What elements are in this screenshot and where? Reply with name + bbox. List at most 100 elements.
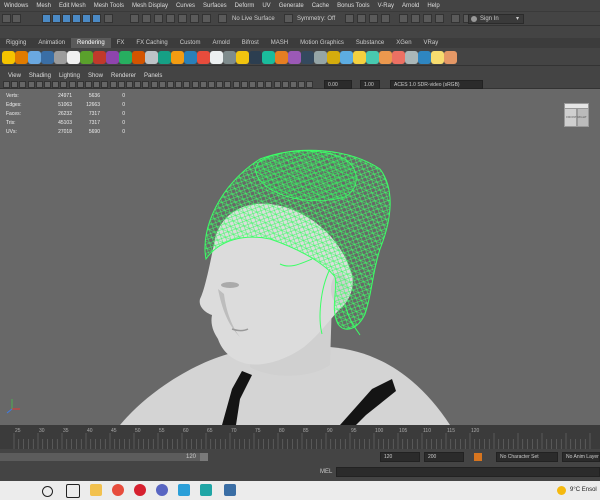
viewport-menu-item[interactable]: View <box>4 73 25 79</box>
maya-icon[interactable] <box>200 484 212 496</box>
shelf-tool-icon[interactable] <box>210 51 223 64</box>
menu-item[interactable]: Edit Mesh <box>55 3 90 9</box>
menu-item[interactable]: Bonus Tools <box>333 3 374 9</box>
menu-item[interactable]: Arnold <box>398 3 423 9</box>
shelf-tool-icon[interactable] <box>54 51 67 64</box>
shelf-tool-icon[interactable] <box>314 51 327 64</box>
photos-icon[interactable] <box>178 484 190 496</box>
viewport-tool-icon[interactable] <box>265 81 273 88</box>
chrome-icon[interactable] <box>112 484 124 496</box>
menu-item[interactable]: Help <box>423 3 443 9</box>
shelf-tool-icon[interactable] <box>327 51 340 64</box>
task-view-icon[interactable] <box>66 484 80 498</box>
shelf-tool-icon[interactable] <box>93 51 106 64</box>
shelf-tool-icon[interactable] <box>301 51 314 64</box>
viewport-tool-icon[interactable] <box>76 81 84 88</box>
viewport-tool-icon[interactable] <box>199 81 207 88</box>
shelf-tool-icon[interactable] <box>145 51 158 64</box>
snap-surface-icon[interactable] <box>82 14 91 23</box>
anim-layer-dropdown[interactable]: No Anim Layer <box>562 452 600 462</box>
shelf-tool-icon[interactable] <box>275 51 288 64</box>
viewport-tool-icon[interactable] <box>27 81 35 88</box>
snap-point-icon[interactable] <box>62 14 71 23</box>
shelf-tool-icon[interactable] <box>15 51 28 64</box>
viewport-tool-icon[interactable] <box>134 81 142 88</box>
menu-item[interactable]: Mesh Display <box>128 3 172 9</box>
range-handle[interactable] <box>200 453 208 461</box>
viewport-tool-icon[interactable] <box>101 81 109 88</box>
viewport-menu-item[interactable]: Panels <box>140 73 166 79</box>
character-set-dropdown[interactable]: No Character Set <box>496 452 558 462</box>
viewport-tool-icon[interactable] <box>158 81 166 88</box>
sign-in-button[interactable]: Sign In ▾ <box>468 14 524 24</box>
shelf-tab[interactable]: Rigging <box>0 38 32 48</box>
menu-item[interactable]: UV <box>258 3 274 9</box>
shelf-tool-icon[interactable] <box>184 51 197 64</box>
shelf-tab[interactable]: FX <box>111 38 131 48</box>
shelf-tab[interactable]: Motion Graphics <box>294 38 350 48</box>
snap-grid-icon[interactable] <box>42 14 51 23</box>
history-icon[interactable] <box>104 14 113 23</box>
shelf-tool-icon[interactable] <box>28 51 41 64</box>
viewport-tool-icon[interactable] <box>150 81 158 88</box>
time-slider[interactable]: 25 30 35 40 45 50 55 60 65 70 75 80 85 90 95 100 105 110 1… <box>0 425 600 449</box>
hypershade-icon[interactable] <box>178 14 187 23</box>
viewport-tool-icon[interactable] <box>281 81 289 88</box>
viewport-tool-icon[interactable] <box>232 81 240 88</box>
viewport-tool-icon[interactable] <box>290 81 297 88</box>
chat-app-icon[interactable] <box>156 484 168 496</box>
workspace-icon[interactable] <box>411 14 420 23</box>
menu-item[interactable]: Surfaces <box>199 3 231 9</box>
viewport-tool-icon[interactable] <box>109 81 117 88</box>
layout-icon[interactable] <box>423 14 432 23</box>
viewport[interactable]: Verts: 24971 5636 0 Edges: 51063 12663 0 Faces: 2… <box>0 89 600 425</box>
live-surface-label[interactable]: No Live Surface <box>232 16 275 22</box>
viewport-tool-icon[interactable] <box>249 81 256 88</box>
range-bar[interactable]: 120 <box>0 453 200 461</box>
viewport-tool-icon[interactable] <box>216 81 224 88</box>
shelf-tab[interactable]: XGen <box>390 38 417 48</box>
viewport-tool-icon[interactable] <box>208 81 215 88</box>
snap-view-icon[interactable] <box>92 14 101 23</box>
viewport-menu-item[interactable]: Lighting <box>55 73 84 79</box>
shelf-tab[interactable]: MASH <box>265 38 294 48</box>
viewport-tool-icon[interactable] <box>19 81 27 88</box>
shelf-tool-icon[interactable] <box>223 51 236 64</box>
shelf-tool-icon[interactable] <box>67 51 80 64</box>
viewport-tool-icon[interactable] <box>52 81 60 88</box>
shelf-tool-icon[interactable] <box>379 51 392 64</box>
magnet-icon[interactable] <box>218 14 227 23</box>
viewport-tool-icon[interactable] <box>175 81 183 88</box>
shelf-tool-icon[interactable] <box>119 51 132 64</box>
ipr-icon[interactable] <box>154 14 163 23</box>
menu-item[interactable]: V-Ray <box>374 3 398 9</box>
viewport-tool-icon[interactable] <box>11 81 19 88</box>
shelf-tab[interactable]: Substance <box>350 38 390 48</box>
search-icon[interactable] <box>42 486 53 497</box>
app-icon[interactable] <box>224 484 236 496</box>
menu-item[interactable]: Deform <box>231 3 259 9</box>
view-cube[interactable]: FRONT RIGHT <box>562 103 590 129</box>
shelf-tool-icon[interactable] <box>2 51 15 64</box>
render-settings-icon[interactable] <box>166 14 175 23</box>
viewport-tool-icon[interactable] <box>273 81 281 88</box>
playback-end-field[interactable]: 200 <box>424 452 464 462</box>
viewport-tool-icon[interactable] <box>126 81 133 88</box>
viewport-tool-icon[interactable] <box>93 81 101 88</box>
render-icon[interactable] <box>142 14 151 23</box>
color-space-dropdown[interactable]: ACES 1.0 SDR-video (sRGB) <box>390 80 483 89</box>
viewport-tool-icon[interactable] <box>257 81 265 88</box>
shelf-tab[interactable]: Arnold <box>206 38 235 48</box>
viewport-tool-icon[interactable] <box>191 81 199 88</box>
shelf-tool-icon[interactable] <box>366 51 379 64</box>
shelf-tool-icon[interactable] <box>288 51 301 64</box>
shelf-tab[interactable]: FX Caching <box>130 38 173 48</box>
menu-item[interactable]: Windows <box>0 3 32 9</box>
shelf-tool-icon[interactable] <box>158 51 171 64</box>
shelf-tab[interactable]: Custom <box>174 38 207 48</box>
opera-icon[interactable] <box>134 484 146 496</box>
menu-item[interactable]: Generate <box>275 3 308 9</box>
viewport-menu-item[interactable]: Shading <box>25 73 55 79</box>
snap-plane-icon[interactable] <box>72 14 81 23</box>
tool-settings-icon[interactable] <box>345 14 354 23</box>
